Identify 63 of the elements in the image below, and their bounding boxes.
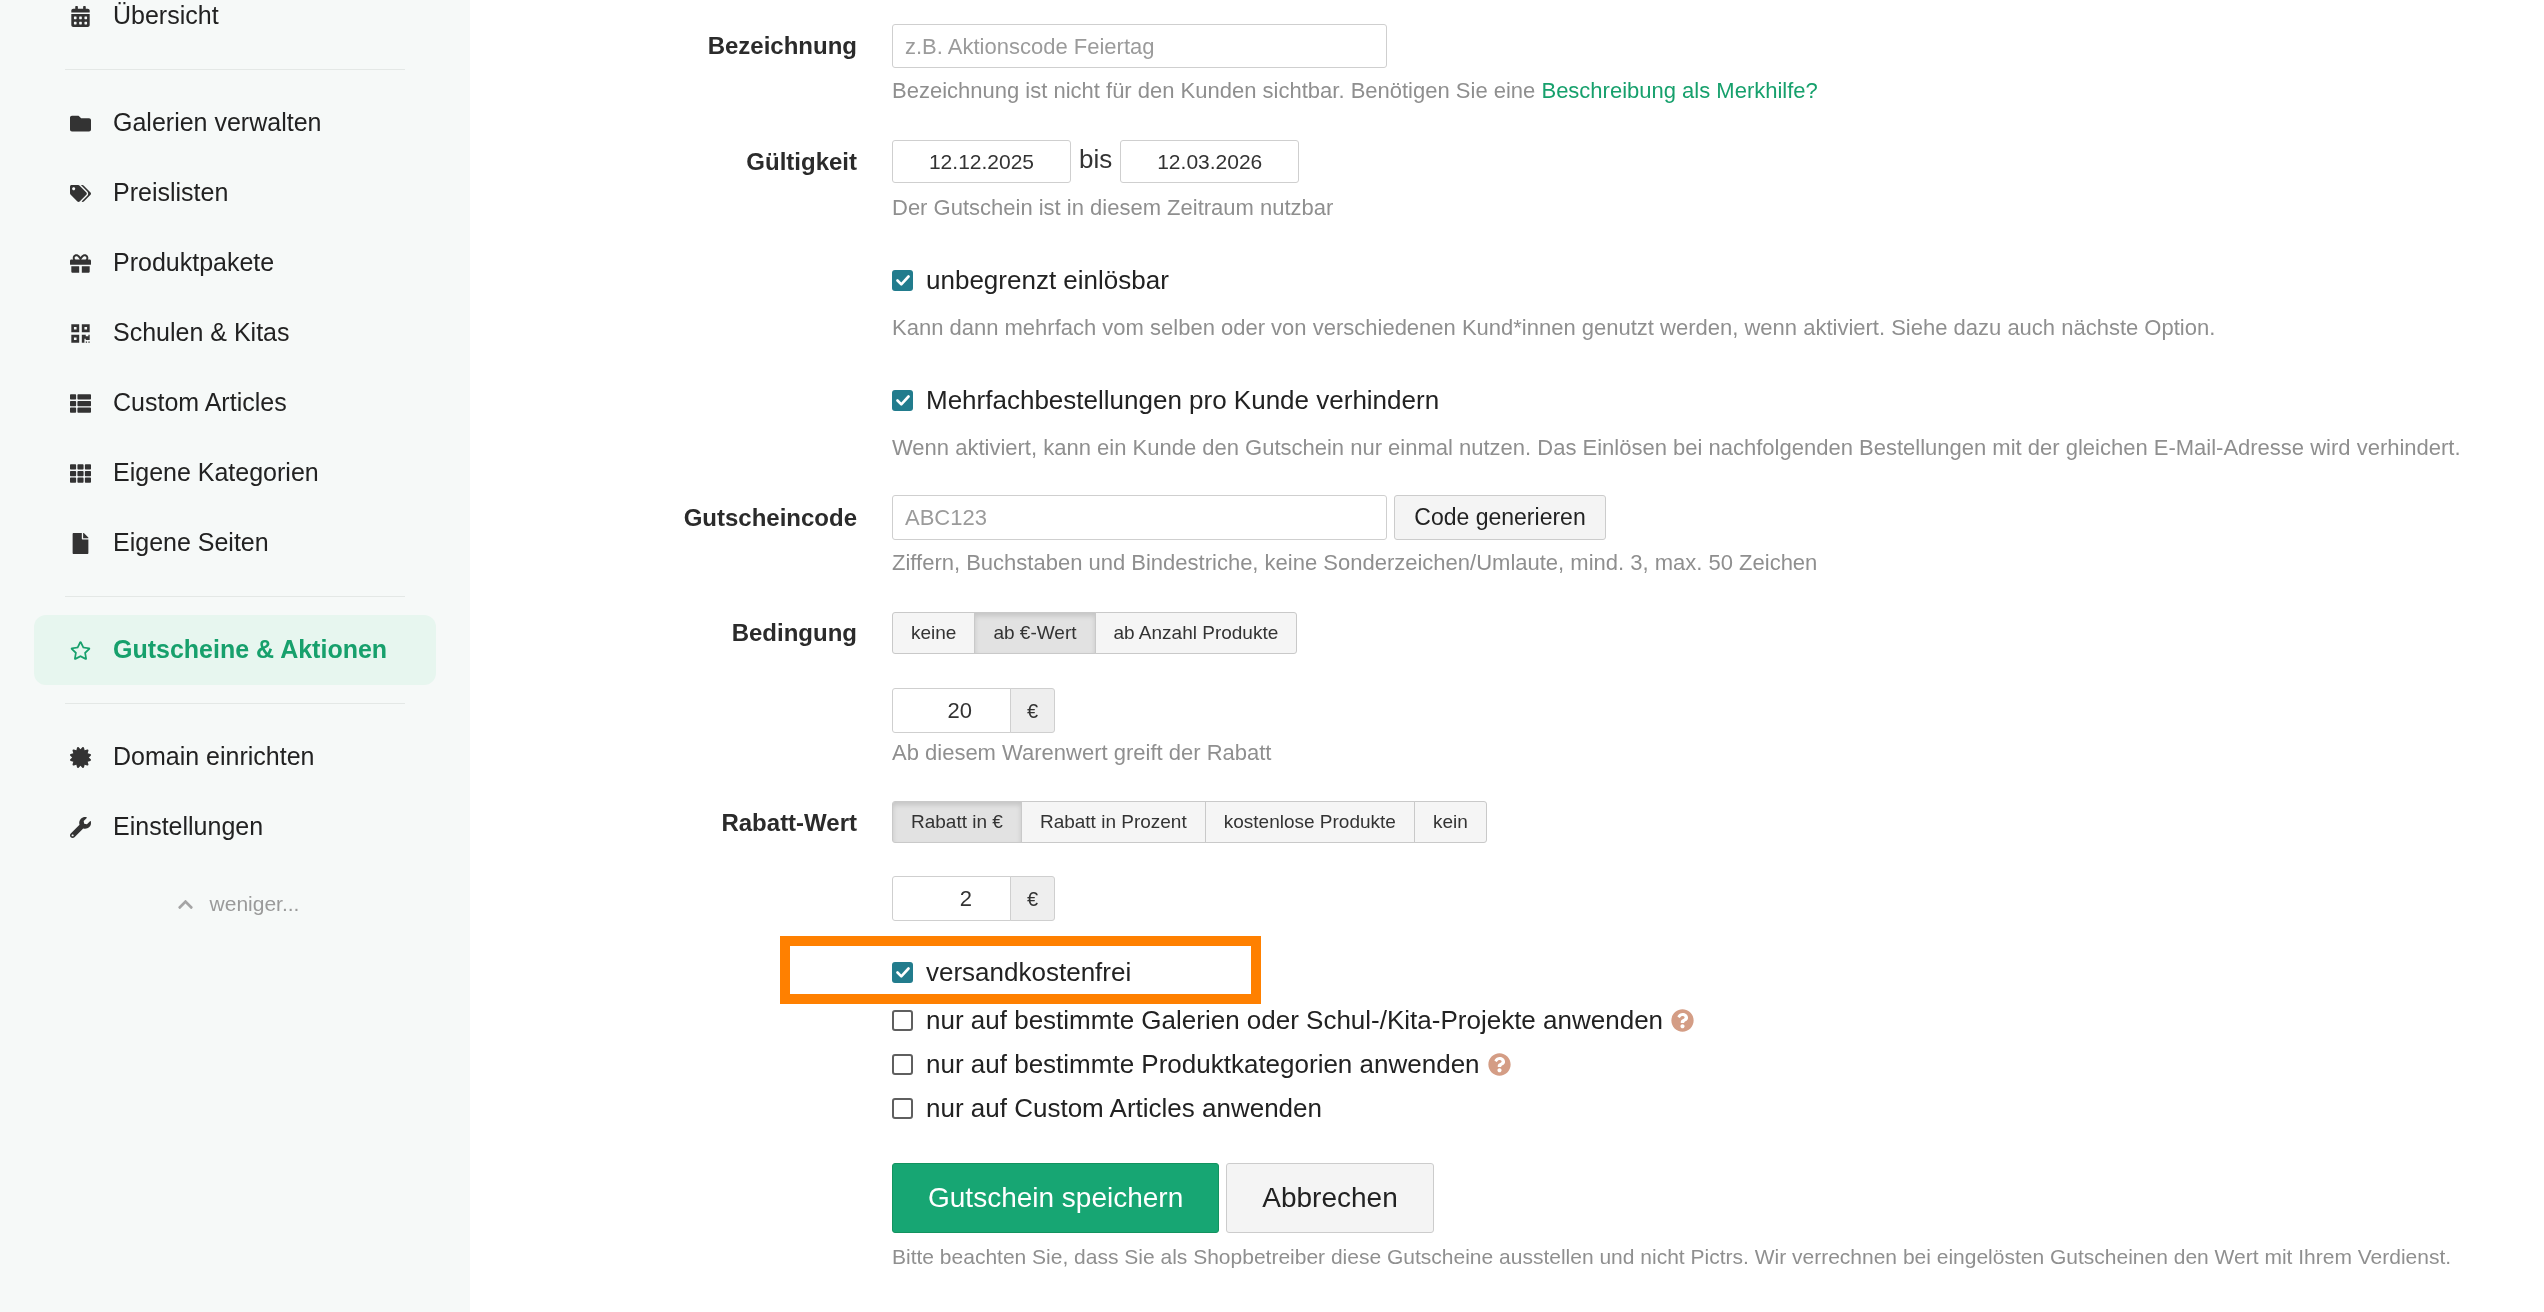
segment-button[interactable]: ab €-Wert (974, 612, 1096, 654)
generate-code-button[interactable]: Code generieren (1394, 495, 1606, 540)
segment-button[interactable]: Rabatt in € (892, 801, 1022, 843)
checkbox-label[interactable]: nur auf bestimmte Produktkategorien anwenden (926, 1044, 1480, 1084)
date-field[interactable]: 12.03.2026 (1120, 140, 1300, 183)
sidebar-item[interactable]: Galerien verwalten (34, 101, 436, 145)
grid-icon (70, 462, 91, 484)
field-label: Gültigkeit (746, 146, 857, 177)
wrench-icon (70, 816, 91, 838)
checkbox-label[interactable]: Mehrfachbestellungen pro Kunde verhindern (926, 380, 1440, 420)
star-icon (70, 639, 91, 661)
field-label: Rabatt-Wert (721, 808, 857, 838)
checkbox[interactable] (892, 1097, 913, 1119)
field-label: Gutscheincode (683, 502, 857, 533)
sidebar-item[interactable]: Domain einrichten (34, 735, 436, 779)
help-text: Wenn aktiviert, kann ein Kunde den Gutschein nur einmal nutzen. Das Einlösen bei nachfolgenden Bestellungen mit der gleichen E-Mail-Adresse wird verhindert. (892, 434, 2461, 462)
checkbox[interactable] (892, 1053, 913, 1075)
help-text: Der Gutschein ist in diesem Zeitraum nutzbar (892, 194, 1334, 222)
cancel-button[interactable]: Abbrechen (1226, 1163, 1434, 1233)
help-text: Bezeichnung ist nicht für den Kunden sichtbar. Benötigen Sie eine Beschreibung als Merkhilfe? (892, 77, 1818, 105)
sidebar-item[interactable]: Einstellungen (34, 805, 436, 849)
sidebar-item[interactable]: Schulen & Kitas (34, 311, 436, 355)
check-icon (895, 394, 910, 406)
help-text: Kann dann mehrfach vom selben oder von verschiedenen Kund*innen genutzt werden, wenn aktiviert. Siehe dazu auch nächste Option. (892, 314, 2216, 342)
help-text: Ab diesem Warenwert greift der Rabatt (892, 739, 1272, 767)
checkbox-label[interactable]: nur auf Custom Articles anwenden (926, 1088, 1322, 1128)
segment-button[interactable]: Rabatt in Prozent (1020, 801, 1206, 843)
checkbox[interactable] (892, 269, 913, 291)
list-icon (70, 392, 91, 414)
segment-button[interactable]: kein (1413, 801, 1487, 843)
checkbox[interactable] (892, 389, 913, 411)
qr-code-icon (70, 322, 91, 344)
checkbox-label[interactable]: versandkostenfrei (926, 952, 1132, 992)
file-icon (70, 532, 91, 554)
calendar-icon (70, 5, 91, 27)
note-text: Bitte beachten Sie, dass Sie als Shopbetreiber diese Gutscheine ausstellen und nicht Pictrs. Wir verrechnen bei eingelösten Gutscheinen den Wert mit Ihrem Verdienst. (892, 1244, 2452, 1270)
check-icon (895, 274, 910, 286)
currency-addon: € (1010, 688, 1055, 733)
field-label: Bedingung (731, 618, 857, 648)
currency-addon: € (1010, 876, 1055, 921)
sidebar-item[interactable]: Übersicht (34, 0, 436, 38)
sidebar-item[interactable]: Preislisten (34, 171, 436, 215)
help-text: Ziffern, Buchstaben und Bindestriche, keine Sonderzeichen/Umlaute, mind. 3, max. 50 Zeichen (892, 549, 1818, 577)
checkbox[interactable] (892, 1009, 913, 1031)
tags-icon (70, 182, 91, 204)
sidebar-item[interactable]: Eigene Kategorien (34, 451, 436, 495)
number-field[interactable]: 2 (892, 876, 1011, 921)
date-field[interactable]: 12.12.2025 (892, 140, 1071, 183)
number-field[interactable]: 20 (892, 688, 1011, 733)
sidebar-item[interactable]: Produktpakete (34, 241, 436, 285)
segment-button[interactable]: ab Anzahl Produkte (1094, 612, 1298, 654)
gift-icon (70, 252, 91, 274)
range-separator: bis (1079, 143, 1113, 176)
segment-button[interactable]: kostenlose Produkte (1204, 801, 1415, 843)
check-icon (895, 966, 910, 978)
segment-button[interactable]: keine (892, 612, 976, 654)
checkbox-label[interactable]: nur auf bestimmte Galerien oder Schul-/Kita-Projekte anwenden (926, 1000, 1664, 1040)
field-label: Bezeichnung (707, 31, 857, 61)
sidebar-item[interactable]: Eigene Seiten (34, 521, 436, 565)
sidebar-item[interactable]: Custom Articles (34, 381, 436, 425)
seal-icon (70, 746, 91, 768)
checkbox[interactable] (892, 961, 913, 983)
checkbox-label[interactable]: unbegrenzt einlösbar (926, 260, 1169, 300)
